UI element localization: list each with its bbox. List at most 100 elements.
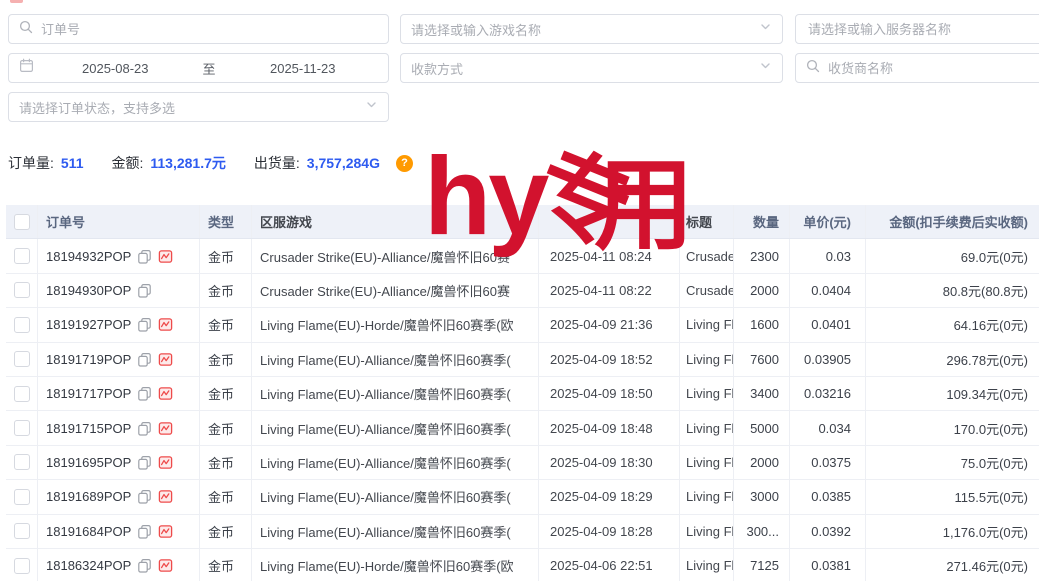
row-checkbox[interactable] — [14, 420, 30, 436]
date-start-value[interactable]: 2025-08-23 — [40, 61, 191, 76]
amount: 115.5元(0元) — [866, 480, 1039, 513]
row-checkbox[interactable] — [14, 248, 30, 264]
order-status-select[interactable]: 请选择订单状态，支持多选 — [8, 92, 389, 122]
image-icon[interactable] — [158, 352, 173, 367]
order-number: 18191717POP — [46, 386, 131, 401]
row-checkbox[interactable] — [14, 282, 30, 298]
row-checkbox[interactable] — [14, 489, 30, 505]
order-number-field[interactable] — [39, 21, 378, 38]
orders-table: 订单号 类型 区服游戏 标题 数量 单价(元) 金额(扣手续费后实收额) 181… — [6, 205, 1039, 581]
row-checkbox[interactable] — [14, 317, 30, 333]
copy-icon[interactable] — [137, 421, 152, 436]
order-number: 18191695POP — [46, 455, 131, 470]
image-icon[interactable] — [158, 558, 173, 573]
copy-icon[interactable] — [137, 317, 152, 332]
table-row: 18191715POP 金币 Living Flame(EU)-Alliance… — [6, 411, 1039, 445]
receiver-name-field[interactable] — [826, 60, 1039, 77]
order-time: 2025-04-09 18:29 — [539, 480, 680, 513]
game-server: Living Flame(EU)-Alliance/魔兽怀旧60赛季( — [252, 343, 539, 376]
order-time: 2025-04-09 21:36 — [539, 308, 680, 341]
table-row: 18191684POP 金币 Living Flame(EU)-Alliance… — [6, 515, 1039, 549]
order-number: 18186324POP — [46, 558, 131, 573]
amount: 1,176.0元(0元) — [866, 515, 1039, 548]
order-title: Living Fl — [680, 377, 734, 410]
header-game: 区服游戏 — [252, 205, 539, 238]
copy-icon[interactable] — [137, 352, 152, 367]
game-server: Living Flame(EU)-Alliance/魔兽怀旧60赛季( — [252, 515, 539, 548]
select-all-checkbox[interactable] — [14, 214, 30, 230]
copy-icon[interactable] — [137, 249, 152, 264]
server-name-field[interactable] — [806, 21, 1039, 38]
server-name-input[interactable] — [795, 14, 1039, 44]
amount: 271.46元(0元) — [866, 549, 1039, 581]
row-checkbox[interactable] — [14, 558, 30, 574]
image-icon[interactable] — [158, 317, 173, 332]
row-checkbox[interactable] — [14, 351, 30, 367]
order-type: 金币 — [200, 308, 252, 341]
copy-icon[interactable] — [137, 558, 152, 573]
table-row: 18186324POP 金币 Living Flame(EU)-Horde/魔兽… — [6, 549, 1039, 581]
amount: 64.16元(0元) — [866, 308, 1039, 341]
image-icon[interactable] — [158, 524, 173, 539]
image-icon[interactable] — [158, 386, 173, 401]
header-order-no: 订单号 — [38, 205, 200, 238]
unit-price: 0.0385 — [790, 480, 866, 513]
order-number-input[interactable] — [8, 14, 389, 44]
header-title: 标题 — [680, 205, 734, 238]
unit-price: 0.0404 — [790, 274, 866, 307]
search-icon — [806, 59, 820, 78]
copy-icon[interactable] — [137, 455, 152, 470]
quantity: 7125 — [734, 549, 790, 581]
order-type: 金币 — [200, 446, 252, 479]
table-header-row: 订单号 类型 区服游戏 标题 数量 单价(元) 金额(扣手续费后实收额) — [6, 205, 1039, 239]
order-type: 金币 — [200, 411, 252, 444]
order-title: Living Fl — [680, 343, 734, 376]
search-icon — [19, 20, 33, 39]
game-server: Crusader Strike(EU)-Alliance/魔兽怀旧60赛 — [252, 239, 539, 272]
amount-value: 113,281.7元 — [150, 153, 226, 173]
order-title: Living Fl — [680, 480, 734, 513]
order-type: 金币 — [200, 239, 252, 272]
receiver-name-input[interactable] — [795, 53, 1039, 83]
table-body: 18194932POP 金币 Crusader Strike(EU)-Allia… — [6, 239, 1039, 581]
image-icon[interactable] — [158, 489, 173, 504]
payment-method-select[interactable]: 收款方式 — [400, 53, 783, 83]
order-title: Crusade — [680, 274, 734, 307]
top-edge-red-sliver — [10, 0, 23, 3]
copy-icon[interactable] — [137, 489, 152, 504]
image-icon[interactable] — [158, 455, 173, 470]
unit-price: 0.0401 — [790, 308, 866, 341]
help-icon[interactable]: ? — [396, 155, 413, 172]
image-icon[interactable] — [158, 421, 173, 436]
row-checkbox[interactable] — [14, 523, 30, 539]
order-type: 金币 — [200, 274, 252, 307]
copy-icon[interactable] — [137, 386, 152, 401]
date-range-picker[interactable]: 2025-08-23 至 2025-11-23 — [8, 53, 389, 83]
table-row: 18194930POP 金币 Crusader Strike(EU)-Allia… — [6, 274, 1039, 308]
copy-icon[interactable] — [137, 283, 152, 298]
summary-stats-bar: 订单量: 511 金额: 113,281.7元 出货量: 3,757,284G … — [8, 153, 413, 173]
order-title: Living Fl — [680, 515, 734, 548]
header-amount: 金额(扣手续费后实收额) — [866, 205, 1039, 238]
order-number: 18194932POP — [46, 249, 131, 264]
order-management-page: 请选择或输入游戏名称 2025-08-23 至 2025-11-23 收款方式 … — [0, 0, 1039, 581]
row-checkbox[interactable] — [14, 386, 30, 402]
unit-price: 0.03216 — [790, 377, 866, 410]
game-name-select[interactable]: 请选择或输入游戏名称 — [400, 14, 783, 44]
quantity: 5000 — [734, 411, 790, 444]
order-number: 18194930POP — [46, 283, 131, 298]
unit-price: 0.034 — [790, 411, 866, 444]
unit-price: 0.03 — [790, 239, 866, 272]
unit-price: 0.0392 — [790, 515, 866, 548]
order-title: Living Fl — [680, 446, 734, 479]
image-icon[interactable] — [158, 249, 173, 264]
amount: 296.78元(0元) — [866, 343, 1039, 376]
header-select-all[interactable] — [6, 205, 38, 238]
payment-select-placeholder: 收款方式 — [411, 59, 753, 78]
date-end-value[interactable]: 2025-11-23 — [228, 61, 379, 76]
order-number: 18191927POP — [46, 317, 131, 332]
copy-icon[interactable] — [137, 524, 152, 539]
order-count-label: 订单量: — [8, 153, 54, 173]
chevron-down-icon — [365, 98, 378, 116]
row-checkbox[interactable] — [14, 454, 30, 470]
